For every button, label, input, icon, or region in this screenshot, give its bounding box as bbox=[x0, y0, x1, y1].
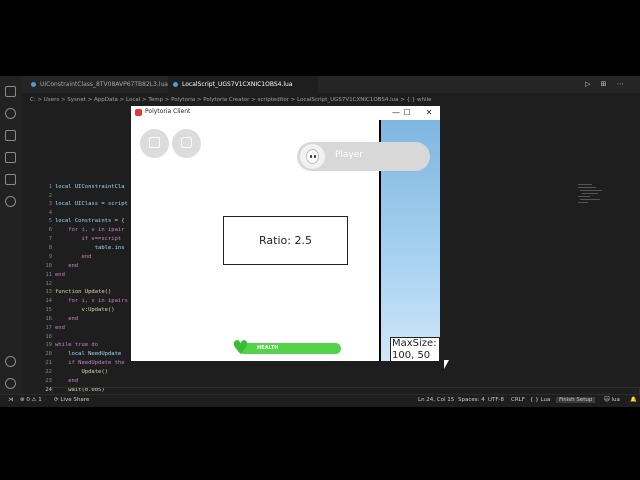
line-number: 12 bbox=[45, 281, 52, 287]
line-number: 2 bbox=[48, 193, 52, 199]
breadcrumb[interactable]: C: > Users > Sysnet > AppData > Local > … bbox=[30, 97, 431, 103]
code-line-6: for i, v in ipair bbox=[55, 227, 125, 233]
game-viewport[interactable]: Player Ratio: 2.5 ♥ HEALTH MaxSize: 100,… bbox=[131, 120, 440, 361]
remote-indicator[interactable]: ⋊ bbox=[8, 397, 14, 403]
code-line-23: end bbox=[55, 378, 79, 384]
problems-indicator[interactable]: ⊗ 0 ⚠ 1 bbox=[20, 397, 42, 403]
account-icon[interactable] bbox=[5, 356, 16, 367]
code-line-14: for i, v in ipairs bbox=[55, 298, 128, 304]
line-number: 22 bbox=[45, 369, 52, 375]
code-line-16: end bbox=[55, 316, 79, 322]
backpack-button[interactable] bbox=[140, 129, 169, 158]
health-bar: ♥ HEALTH bbox=[232, 339, 341, 358]
ratio-frame: Ratio: 2.5 bbox=[223, 216, 348, 265]
line-number: 4 bbox=[48, 210, 52, 216]
settings-icon[interactable] bbox=[5, 378, 16, 389]
line-number: 16 bbox=[45, 316, 52, 322]
line-number: 15 bbox=[45, 307, 52, 313]
code-line-11: end bbox=[55, 272, 65, 278]
cursor-position[interactable]: Ln 24, Col 15 bbox=[418, 397, 454, 403]
code-line-10: end bbox=[55, 263, 79, 269]
line-number: 17 bbox=[45, 325, 52, 331]
chat-button[interactable] bbox=[172, 129, 201, 158]
code-line-21: if NeedUpdate the bbox=[55, 360, 125, 366]
close-button[interactable]: ✕ bbox=[420, 107, 438, 119]
code-line-7: if v==script bbox=[55, 236, 122, 242]
code-line-19: while true do bbox=[55, 342, 99, 348]
mouse-cursor-icon bbox=[444, 360, 449, 369]
code-line-20: local NeedUpdate bbox=[55, 351, 122, 357]
activity-bar bbox=[0, 76, 22, 406]
finish-setup-button[interactable]: Finish Setup bbox=[556, 397, 596, 403]
line-number: 19 bbox=[45, 342, 52, 348]
code-line-17: end bbox=[55, 325, 65, 331]
tab-localscript[interactable]: LocalScript_UGS7V1CXNIC1OBS4.lua bbox=[168, 76, 318, 93]
health-label: HEALTH bbox=[257, 345, 279, 351]
code-line-8: table.ins bbox=[55, 245, 125, 251]
lua-badge[interactable]: 🐱 lua bbox=[604, 397, 620, 403]
line-number: 10 bbox=[45, 263, 52, 269]
maxsize-label: MaxSize: 100, 50 bbox=[390, 337, 440, 361]
chat-icon bbox=[181, 137, 192, 148]
line-number: 6 bbox=[48, 227, 52, 233]
lua-file-icon bbox=[173, 82, 178, 87]
files-icon[interactable] bbox=[5, 86, 16, 97]
avatar-face-icon bbox=[306, 149, 319, 164]
line-number: 21 bbox=[45, 360, 52, 366]
eol[interactable]: CRLF bbox=[511, 397, 525, 403]
polytoria-client-window: Polytoria Client — ☐ ✕ Player Ratio: 2.5… bbox=[131, 106, 440, 361]
line-number: 13 bbox=[45, 289, 52, 295]
editor-actions[interactable]: ▷ ⊞ ⋯ bbox=[585, 80, 628, 88]
code-line-3: local UIClass = script bbox=[55, 201, 128, 207]
extensions-icon[interactable] bbox=[5, 174, 16, 185]
code-line-13: function Update() bbox=[55, 289, 112, 295]
player-name: Player bbox=[335, 150, 364, 160]
code-line-9: end bbox=[55, 254, 92, 260]
tab-label: LocalScript_UGS7V1CXNIC1OBS4.lua bbox=[182, 81, 293, 88]
polytoria-logo-icon bbox=[135, 109, 142, 116]
line-number: 23 bbox=[45, 378, 52, 384]
source-control-icon[interactable] bbox=[5, 130, 16, 141]
line-number: 5 bbox=[48, 218, 52, 224]
indentation[interactable]: Spaces: 4 bbox=[458, 397, 485, 403]
notifications-icon[interactable]: 🔔 bbox=[630, 397, 637, 403]
line-number: 3 bbox=[48, 201, 52, 207]
line-number: 7 bbox=[48, 236, 52, 242]
language-mode[interactable]: { } Lua bbox=[530, 397, 550, 403]
title-bar[interactable]: Polytoria Client — ☐ ✕ bbox=[131, 106, 440, 120]
window-title: Polytoria Client bbox=[145, 108, 191, 115]
live-share-button[interactable]: ⟳ Live Share bbox=[54, 397, 89, 403]
maximize-button[interactable]: ☐ bbox=[398, 107, 416, 119]
line-number: 1 bbox=[48, 184, 52, 190]
heart-icon: ♥ bbox=[232, 337, 250, 359]
avatar bbox=[300, 144, 325, 169]
line-number: 11 bbox=[45, 272, 52, 278]
line-number: 14 bbox=[45, 298, 52, 304]
line-number: 8 bbox=[48, 245, 52, 251]
backpack-icon bbox=[149, 137, 160, 148]
line-number: 18 bbox=[45, 334, 52, 340]
tab-label: UIConstraintClass_8TV08AVP67TB82L3.lua bbox=[40, 81, 168, 88]
code-line-5: local Constraints = { bbox=[55, 218, 125, 224]
line-number: 9 bbox=[48, 254, 52, 260]
code-line-1: local UIConstraintCla bbox=[55, 184, 125, 190]
code-line-15: v:Update() bbox=[55, 307, 115, 313]
tab-uiconstraintclass[interactable]: UIConstraintClass_8TV08AVP67TB82L3.lua bbox=[26, 76, 168, 93]
line-number: 24 bbox=[45, 387, 52, 393]
line-number: 20 bbox=[45, 351, 52, 357]
status-bar: ⋊ ⊗ 0 ⚠ 1 ⟳ Live Share Ln 24, Col 15 Spa… bbox=[0, 394, 640, 407]
remote-icon[interactable] bbox=[5, 196, 16, 207]
tab-bar: UIConstraintClass_8TV08AVP67TB82L3.lua L… bbox=[22, 76, 640, 93]
encoding[interactable]: UTF-8 bbox=[488, 397, 504, 403]
player-list-entry[interactable]: Player bbox=[297, 142, 430, 171]
run-icon[interactable] bbox=[5, 152, 16, 163]
lua-file-icon bbox=[31, 82, 36, 87]
code-line-22: Update() bbox=[55, 369, 108, 375]
minimap[interactable] bbox=[578, 184, 608, 208]
search-icon[interactable] bbox=[5, 108, 16, 119]
